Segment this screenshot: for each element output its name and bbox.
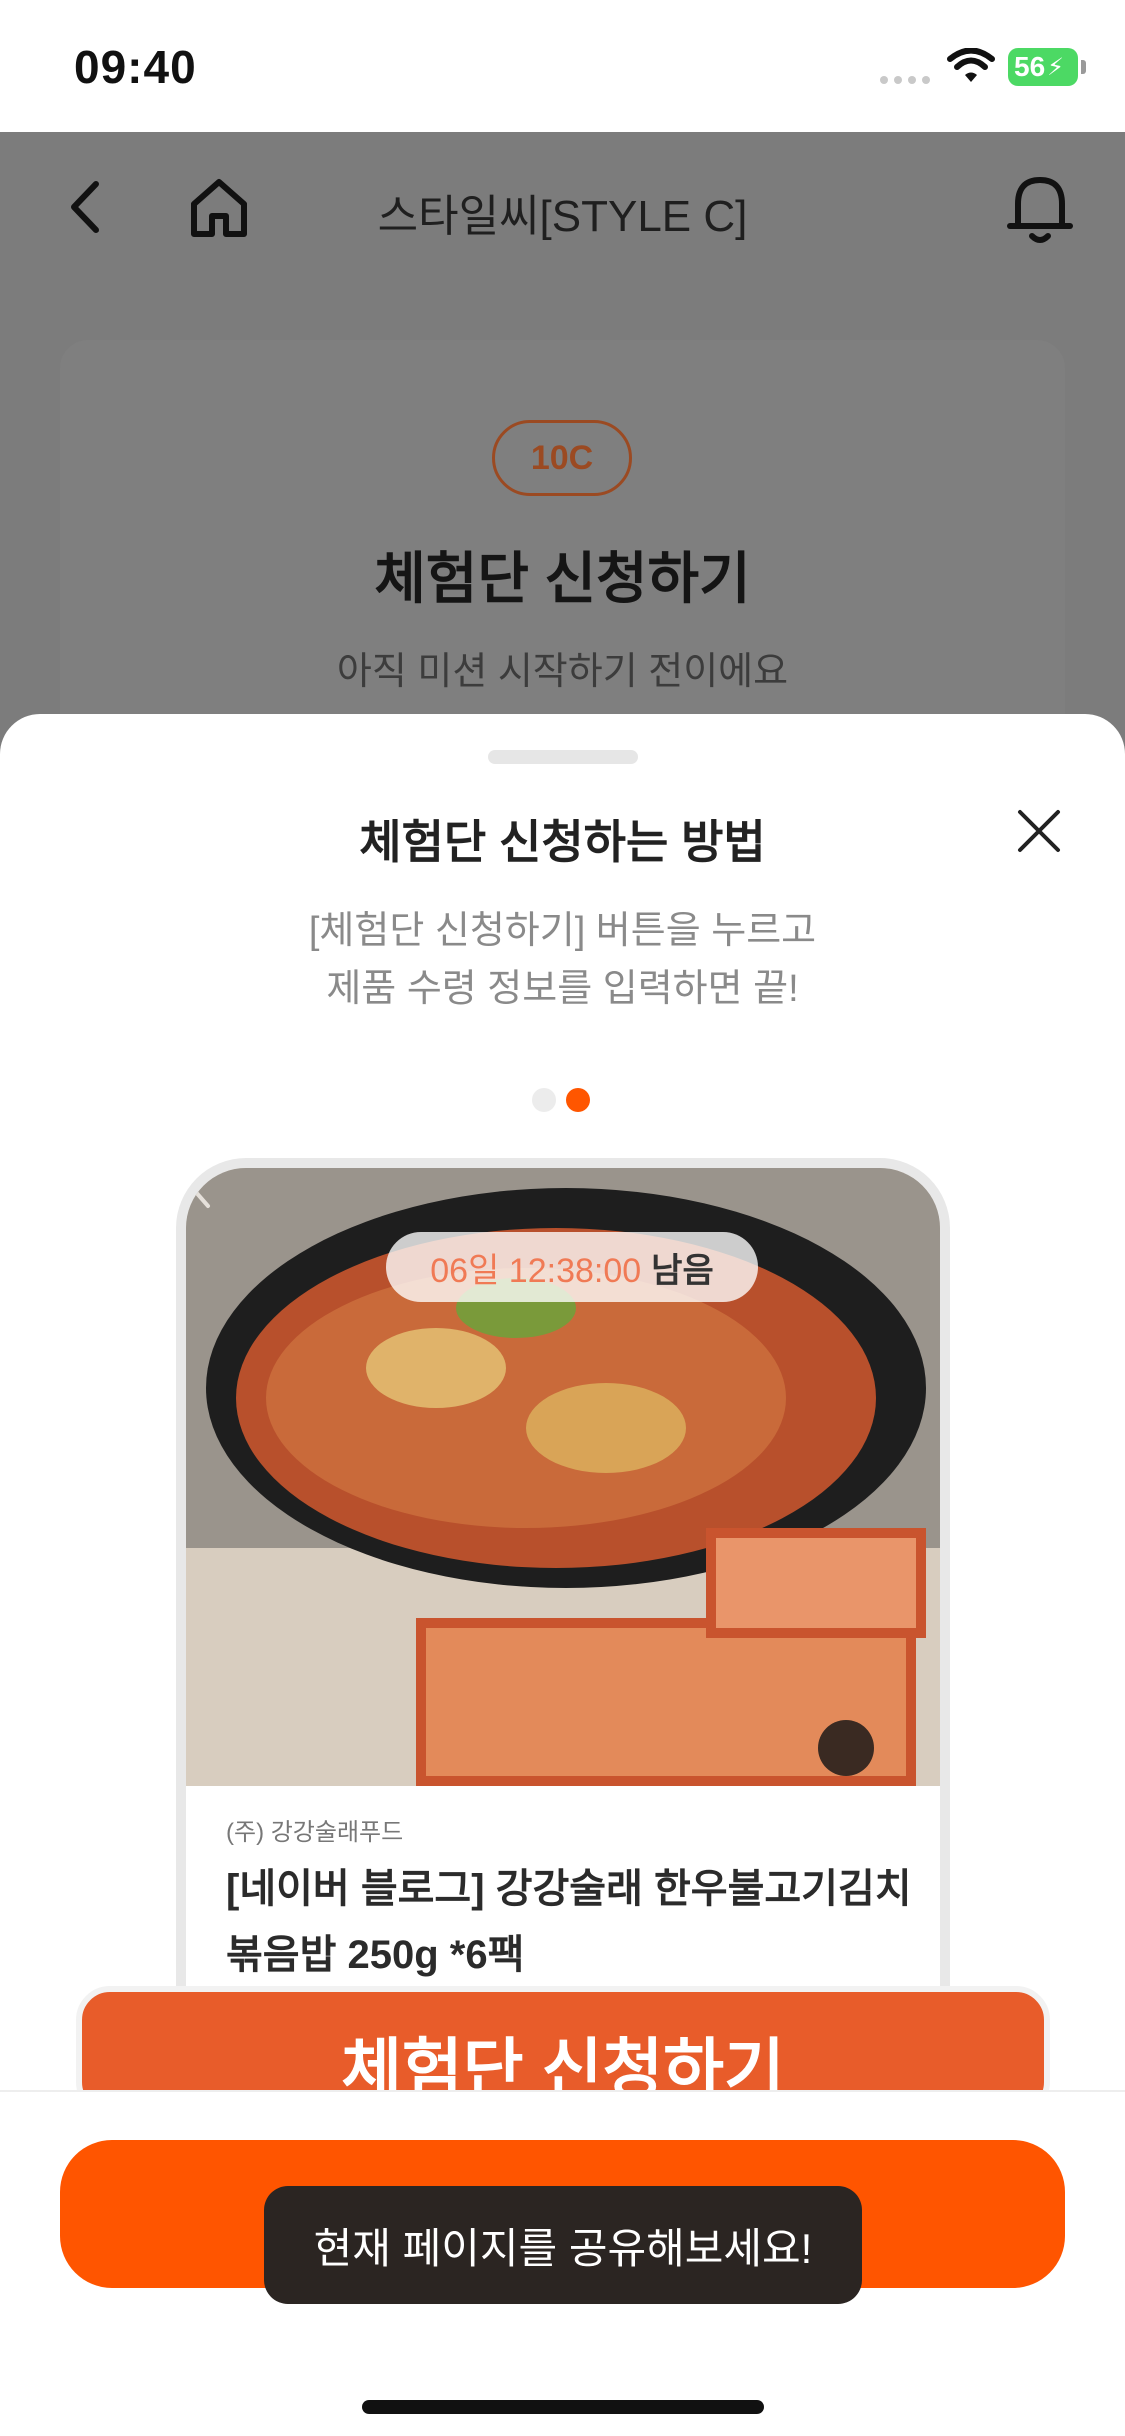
battery-icon: 56 ⚡ — [1008, 48, 1086, 86]
product-name: [네이버 블로그] 강강술래 한우불고기김치 볶음밥 250g *6팩 — [226, 1867, 912, 1977]
pager-dots — [532, 1088, 590, 1112]
cellular-signal-icon — [880, 76, 930, 84]
home-indicator[interactable] — [362, 2400, 764, 2414]
sheet-drag-handle[interactable] — [488, 750, 638, 764]
back-arrow-icon — [191, 1172, 210, 1208]
description-line: 제품 수령 정보를 입력하면 끝! — [326, 968, 799, 1010]
bell-icon[interactable] — [1004, 168, 1076, 248]
mission-heading: 체험단 신청하기 — [374, 547, 751, 610]
time-remaining-value: 06일 12:38:00 — [430, 1251, 642, 1290]
pager-dot-2-active[interactable] — [566, 1088, 590, 1112]
battery-level: 56 — [1014, 51, 1046, 82]
cash-badge: 10C — [492, 420, 632, 496]
time-remaining-badge: 06일 12:38:00 남음 — [386, 1232, 758, 1302]
status-bar: 09:40 56 ⚡ — [0, 0, 1125, 132]
wifi-icon — [947, 48, 995, 82]
sheet-title: 체험단 신청하는 방법 — [359, 816, 766, 868]
page-title: 스타일씨[STYLE C] — [377, 192, 748, 241]
seller-name: (주) 강강술래푸드 — [226, 1819, 404, 1846]
mission-status-text: 아직 미션 시작하기 전이에요 — [336, 651, 789, 693]
time-remaining-suffix: 남음 — [651, 1251, 714, 1290]
sheet-description: [체험단 신청하기] 버튼을 누르고 제품 수령 정보를 입력하면 끝! — [0, 902, 1125, 1018]
pager-dot-1[interactable] — [532, 1088, 556, 1112]
product-image: 06일 12:38:00 남음 — [186, 1168, 940, 1786]
close-icon[interactable] — [1014, 806, 1064, 856]
description-line: [체험단 신청하기] 버튼을 누르고 — [308, 910, 817, 952]
share-toast: 현재 페이지를 공유해보세요! — [264, 2186, 862, 2304]
status-time: 09:40 — [74, 41, 197, 93]
bottom-action-bar: 체험단 신청하고 캐시받기 현재 페이지를 공유해보세요! — [0, 2090, 1125, 2436]
top-navigation: 스타일씨[STYLE C] — [0, 132, 1125, 282]
illustration-phone-frame: 06일 12:38:00 남음 (주) 강강술래푸드 [네이버 블로그] 강강술… — [176, 1158, 950, 2038]
